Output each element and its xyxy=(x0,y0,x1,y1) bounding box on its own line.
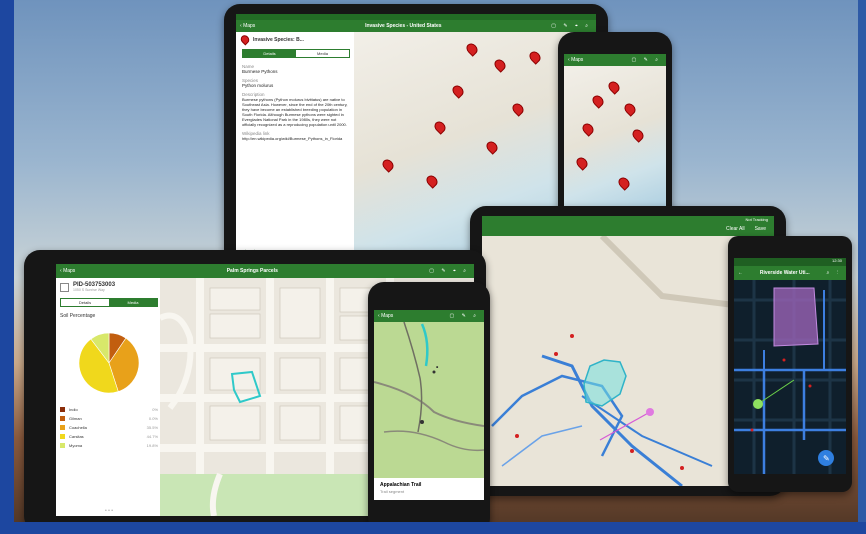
legend-value: 0.0% xyxy=(148,416,158,421)
segmented-control: Details Media xyxy=(60,298,158,307)
legend-value: 19.8% xyxy=(146,443,158,448)
toolbar-icons[interactable]: ▢ ✎ ⌖ ⌕ xyxy=(429,268,469,274)
back-label: Maps xyxy=(243,23,256,29)
android-right-device: 12:30 ← Riverside Water Uti... ⌕ ⋮ ✎ xyxy=(728,236,852,492)
chart-title: Soil Percentage xyxy=(60,313,96,319)
legend-value: 44.7% xyxy=(146,434,158,439)
back-label: Maps xyxy=(381,313,394,319)
field-value: Burmese pythons (Python molurus bivittat… xyxy=(242,97,348,127)
legend-item: Carsitas 44.7% xyxy=(60,434,158,439)
legend-item: Myoma 19.8% xyxy=(60,443,158,448)
app-title: Palm Springs Parcels xyxy=(226,268,278,274)
iphone-mid-screen: ‹ Maps ▢ ✎ ⌕ ▪ Appalachian Trail Trail s… xyxy=(374,310,484,500)
legend-swatch xyxy=(60,425,65,430)
feature-callout[interactable]: Appalachian Trail Trail segment xyxy=(374,478,484,500)
dark-utility-map[interactable]: ✎ xyxy=(734,280,846,474)
tab-media[interactable]: Media xyxy=(296,50,349,57)
android-appbar: ← Riverside Water Uti... ⌕ ⋮ xyxy=(734,266,846,280)
toolbar-icons[interactable]: ▢ ✎ ⌕ xyxy=(450,313,480,319)
callout-title: Appalachian Trail xyxy=(380,482,422,488)
soil-legend: Indio 0% Gilman 0.0% Coachella 35.5% Carsitas 4… xyxy=(60,407,158,448)
legend-swatch xyxy=(60,407,65,412)
ipad-right-appbar: Not Tracking Clear All Save xyxy=(482,216,774,236)
legend-swatch xyxy=(60,416,65,421)
iphone-mid-appbar: ‹ Maps ▢ ✎ ⌕ xyxy=(374,310,484,322)
soil-pie-chart xyxy=(78,332,140,394)
field-value: Burmese Pythons xyxy=(242,69,278,74)
android-right-screen: 12:30 ← Riverside Water Uti... ⌕ ⋮ ✎ xyxy=(734,258,846,474)
border-right xyxy=(858,0,866,534)
back-button[interactable]: ‹ Maps xyxy=(240,23,255,29)
svg-text:✎: ✎ xyxy=(823,454,830,463)
field-link[interactable]: http://en.wikipedia.org/wiki/Burmese_Pyt… xyxy=(242,136,350,141)
legend-swatch xyxy=(60,434,65,439)
back-label: Maps xyxy=(571,57,584,63)
feature-subtitle: 1050 S Sunrise Way xyxy=(73,288,105,292)
android-status-bar: 12:30 xyxy=(734,258,846,266)
ipad-top-appbar: ‹ Maps Invasive Species - United States … xyxy=(236,20,596,32)
callout-subtitle: Trail segment xyxy=(380,489,405,494)
legend-value: 35.5% xyxy=(146,425,158,430)
legend-item: Gilman 0.0% xyxy=(60,416,158,421)
parcel-form-panel: PID-503753003 1050 S Sunrise Way Details… xyxy=(60,282,158,514)
iphone-top-appbar: ‹ Maps ▢ ✎ ⌕ xyxy=(564,54,666,66)
save-button[interactable]: Save xyxy=(755,226,766,232)
legend-label: Coachella xyxy=(69,425,87,430)
legend-label: Myoma xyxy=(69,443,83,448)
clear-all-button[interactable]: Clear All xyxy=(726,226,745,232)
tab-media[interactable]: Media xyxy=(109,299,157,306)
border-left xyxy=(0,0,14,534)
map-pin-icon xyxy=(240,34,250,45)
status-time: 12:30 xyxy=(831,258,842,263)
back-button[interactable]: ‹ Maps xyxy=(568,57,583,63)
back-button[interactable]: ‹ Maps xyxy=(60,268,75,274)
feature-form-panel: Invasive Species: B... Details Media Nam… xyxy=(240,34,350,258)
legend-label: Carsitas xyxy=(69,434,84,439)
toolbar-icons[interactable]: ▢ ✎ ⌕ xyxy=(632,57,662,63)
marketing-scene: ‹ Maps Invasive Species - United States … xyxy=(0,0,866,534)
pager-dots: • • • xyxy=(104,508,114,514)
trail-map[interactable]: ▪ xyxy=(374,322,484,478)
app-title: Riverside Water Uti... xyxy=(759,270,810,276)
feature-title: Invasive Species: B... xyxy=(253,36,304,43)
search-icon[interactable]: ⌕ ⋮ xyxy=(827,270,841,276)
legend-item: Indio 0% xyxy=(60,407,158,412)
border-bottom xyxy=(0,522,866,534)
field-value: Python molurus xyxy=(242,83,274,88)
parcel-icon xyxy=(60,282,69,292)
segmented-control: Details Media xyxy=(242,49,350,58)
iphone-mid-device: ‹ Maps ▢ ✎ ⌕ ▪ Appalachian Trail Trail s… xyxy=(368,282,490,534)
legend-value: 0% xyxy=(152,407,158,412)
legend-swatch xyxy=(60,443,65,448)
toolbar-icons[interactable]: ▢ ✎ ⌖ ⌕ xyxy=(551,23,591,29)
legend-label: Gilman xyxy=(69,416,82,421)
tracking-status: Not Tracking xyxy=(745,217,768,222)
back-label: Maps xyxy=(63,268,76,274)
back-button[interactable]: ‹ Maps xyxy=(378,313,393,319)
tab-details[interactable]: Details xyxy=(61,299,109,306)
app-title: Invasive Species - United States xyxy=(365,23,442,29)
legend-label: Indio xyxy=(69,407,78,412)
ipad-left-appbar: ‹ Maps Palm Springs Parcels ▢ ✎ ⌖ ⌕ xyxy=(56,264,474,278)
tab-details[interactable]: Details xyxy=(243,50,296,57)
legend-item: Coachella 35.5% xyxy=(60,425,158,430)
